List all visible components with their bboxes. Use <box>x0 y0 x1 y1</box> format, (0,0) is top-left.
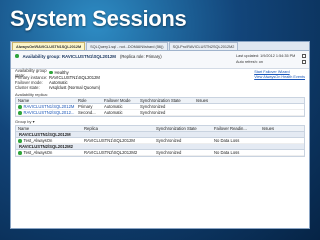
replica-role: Primary <box>78 104 93 109</box>
group-by-label: Group by <box>15 119 32 124</box>
replica-role: Second... <box>78 110 96 115</box>
table-row[interactable]: Test_AlwaysOn RAVICLUSTN2\SQL2012M2 Sync… <box>16 150 304 156</box>
column-header[interactable]: Issues <box>194 98 224 103</box>
group-summary: Availability group state: Healthy Primary… <box>11 68 309 91</box>
tab-alwayson-dashboard[interactable]: AlwaysOn\RAVICLUSTN1SQL2012M <box>12 42 86 50</box>
column-header[interactable]: Failover Mode <box>102 98 138 103</box>
healthy-icon <box>49 70 53 75</box>
slide-title: System Sessions <box>10 6 187 31</box>
failover-mode: Automatic <box>104 104 123 109</box>
database-name: Test_AlwaysOn <box>23 138 53 143</box>
column-header[interactable]: Name <box>16 126 82 131</box>
group-by-control[interactable]: Group by ▾ <box>11 117 309 125</box>
replica-role-label: (Replica role: Primary) <box>119 53 162 59</box>
info-value: rvsqlclust (Normal Quorum) <box>49 85 101 90</box>
replica-grid: Name Role Failover Mode Synchronization … <box>15 97 305 117</box>
database-grid: Name Replica Synchronization State Failo… <box>15 125 305 157</box>
info-key: Cluster state: <box>15 85 40 90</box>
replica-name[interactable]: RAVICLUSTN1\SQL2012M <box>24 104 75 109</box>
sync-state: Synchronized <box>156 150 182 155</box>
failover-readiness: No Data Loss <box>214 150 240 155</box>
auto-refresh-label[interactable]: Auto refresh: on <box>236 60 263 64</box>
database-name: Test_AlwaysOn <box>23 150 53 155</box>
last-updated-label: Last updated: 1/9/2012 1:54:35 PM <box>236 54 296 58</box>
view-health-events-link[interactable]: View AlwaysOn Health Events <box>254 75 305 80</box>
status-icon <box>18 111 22 115</box>
tab-sqlquery[interactable]: SQLQuery1.sql - not...DOMAIN\ishard (56)… <box>86 42 168 50</box>
column-header[interactable]: Synchronization State <box>138 98 194 103</box>
column-header[interactable]: Replica <box>82 126 154 131</box>
column-header[interactable]: Synchronization State <box>154 126 212 131</box>
column-header[interactable]: Role <box>76 98 102 103</box>
tab-sqlpro[interactable]: SQLPro\RAVICLUSTN2SQL2012M2 <box>168 42 239 50</box>
chevron-down-icon[interactable]: ▾ <box>33 119 35 124</box>
table-row[interactable]: RAVICLUSTN2\SQL2012... Second... Automat… <box>16 110 304 116</box>
column-header[interactable]: Failover Readin... <box>212 126 260 131</box>
document-tabs: AlwaysOn\RAVICLUSTN1SQL2012M SQLQuery1.s… <box>11 42 309 51</box>
failover-readiness: No Data Loss <box>214 138 240 143</box>
dashboard-window: AlwaysOn\RAVICLUSTN1SQL2012M SQLQuery1.s… <box>10 41 310 229</box>
replica-name: RAVICLUSTN2\SQL2012M2 <box>84 150 138 155</box>
status-icon <box>18 139 22 143</box>
refresh-icon[interactable] <box>302 54 306 58</box>
dashboard-toolbar: Availability group: RAVICLUSTN1\SQL2012M… <box>11 51 309 69</box>
sync-state: Synchronized <box>140 104 166 109</box>
status-icon <box>18 151 22 155</box>
availability-group-title: Availability group: RAVICLUSTN1\SQL2012M <box>22 53 116 59</box>
column-header[interactable]: Issues <box>260 126 300 131</box>
failover-mode: Automatic <box>104 110 123 115</box>
settings-icon[interactable] <box>302 60 306 64</box>
replica-name: RAVICLUSTN1\SQL2012M <box>84 138 135 143</box>
sync-state: Synchronized <box>156 138 182 143</box>
sync-state: Synchronized <box>140 110 166 115</box>
column-header[interactable]: Name <box>16 98 76 103</box>
status-icon <box>15 54 19 58</box>
status-icon <box>18 105 22 109</box>
replica-name[interactable]: RAVICLUSTN2\SQL2012... <box>24 110 75 115</box>
